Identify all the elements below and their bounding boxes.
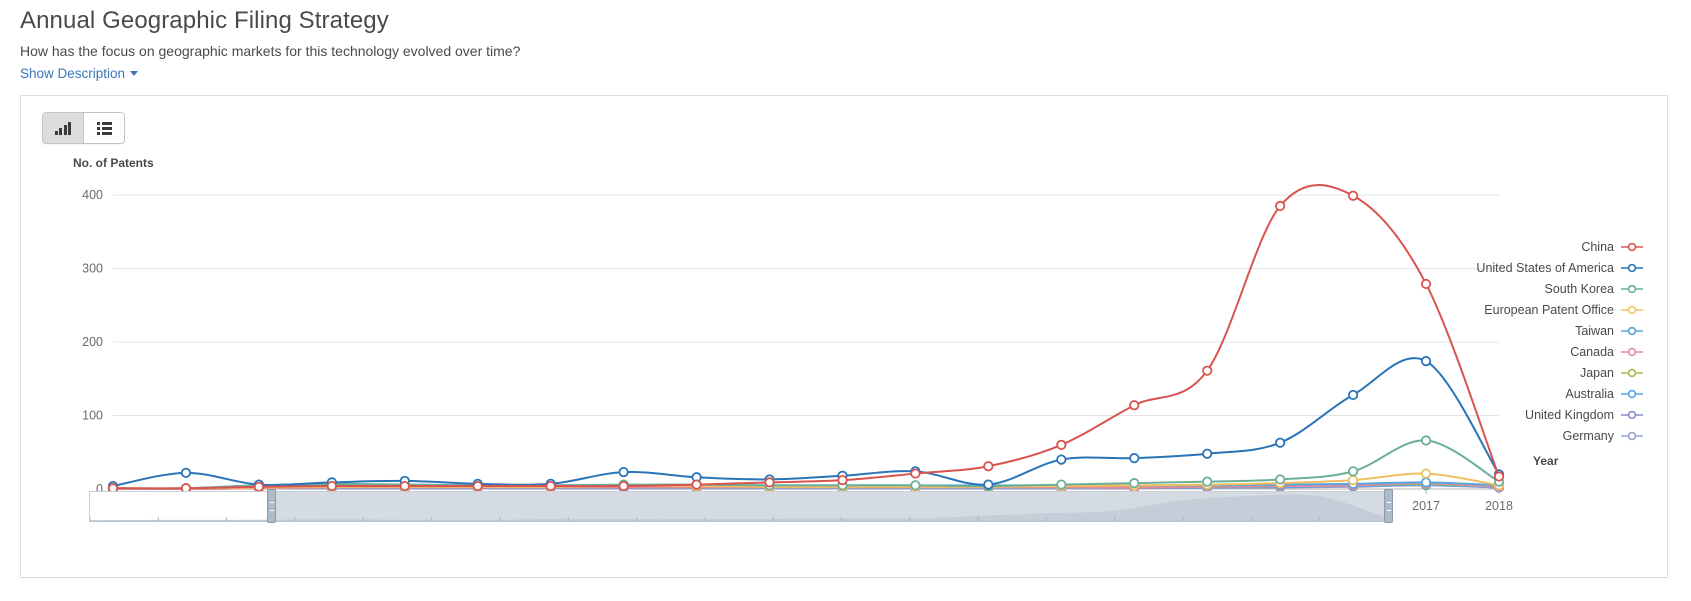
data-point[interactable] [1129,400,1140,411]
y-axis-tick-label: 300 [82,262,103,276]
data-point[interactable] [910,468,921,479]
data-point[interactable] [253,481,264,492]
legend-item[interactable]: Japan [1383,362,1643,383]
legend-swatch-icon [1621,242,1643,251]
legend-item[interactable]: United States of America [1383,257,1643,278]
data-point[interactable] [1129,453,1140,464]
data-point[interactable] [618,466,629,478]
legend-swatch-icon [1621,389,1643,398]
legend-swatch-icon [1621,431,1643,440]
range-slider-preview [90,494,1388,521]
legend-swatch-icon [1621,263,1643,272]
legend-swatch-icon [1621,284,1643,293]
data-point[interactable] [837,475,848,486]
legend-swatch-icon [1621,410,1643,419]
legend-item-label: United Kingdom [1525,407,1614,422]
data-point[interactable] [472,480,483,492]
legend-item-label: Germany [1562,428,1614,443]
y-axis-tick-label: 200 [82,335,103,349]
data-point[interactable] [1348,389,1359,401]
legend-swatch-icon [1621,305,1643,314]
legend-item[interactable]: European Patent Office [1383,299,1643,320]
legend-item[interactable]: Canada [1383,341,1643,362]
series-path[interactable] [112,184,1500,490]
data-point[interactable] [1056,479,1067,490]
data-point[interactable] [1348,475,1359,486]
data-point[interactable] [1202,365,1213,376]
chart-card: No. of Patents Year 01002003004001999200… [20,95,1668,578]
data-point[interactable] [1420,477,1432,488]
data-point[interactable] [691,479,702,490]
data-point[interactable] [983,479,994,490]
data-point[interactable] [1275,200,1286,212]
data-point[interactable] [1348,466,1359,477]
page-header: Annual Geographic Filing Strategy How ha… [20,6,1660,83]
data-point[interactable] [1493,471,1505,482]
legend-item-label: South Korea [1544,281,1615,296]
legend-item-label: European Patent Office [1484,302,1614,317]
data-point[interactable] [1275,437,1286,448]
legend-swatch-icon [1621,326,1643,335]
range-slider[interactable] [89,489,1393,523]
range-slider-right-handle[interactable] [1384,489,1393,523]
legend-item[interactable]: South Korea [1383,278,1643,299]
data-point[interactable] [1202,448,1213,459]
x-axis-tick-label: 2018 [1485,499,1513,513]
data-point[interactable] [764,477,775,488]
data-point[interactable] [399,480,410,492]
legend-item-label: Japan [1579,365,1614,380]
data-point[interactable] [983,461,994,472]
legend-item[interactable]: Germany [1383,425,1643,446]
legend-item-label: Canada [1570,344,1614,359]
y-axis-tick-label: 100 [82,409,103,423]
legend-item-label: Australia [1565,386,1614,401]
series-line[interactable] [107,184,1505,494]
page-subtitle: How has the focus on geographic markets … [20,43,521,59]
range-slider-baseline [89,521,1389,522]
series-path[interactable] [112,357,1500,488]
data-point[interactable] [180,467,192,478]
data-point[interactable] [1056,439,1067,450]
data-point[interactable] [1129,478,1140,489]
page-title: Annual Geographic Filing Strategy [20,7,389,34]
show-description-link[interactable]: Show Description [20,65,139,83]
x-axis-tick-label: 2017 [1412,499,1440,513]
legend-swatch-icon [1621,368,1643,377]
data-point[interactable] [1202,476,1213,487]
data-point[interactable] [910,480,921,491]
data-point[interactable] [1056,454,1067,465]
data-point[interactable] [618,480,629,492]
y-axis-tick-label: 400 [82,188,103,202]
legend-item-label: United States of America [1476,260,1614,275]
legend-swatch-icon [1621,347,1643,356]
legend-item[interactable]: Australia [1383,383,1643,404]
data-point[interactable] [1420,468,1432,479]
legend-item-label: Taiwan [1575,323,1614,338]
data-point[interactable] [545,480,556,492]
chart-legend: China United States of America South Korea… [1383,236,1643,446]
series-line[interactable] [107,356,1505,492]
show-description-label: Show Description [20,66,126,81]
data-point[interactable] [1275,474,1286,485]
data-point[interactable] [1348,190,1359,201]
data-point[interactable] [326,480,337,492]
range-preview-area [90,494,1388,521]
legend-item[interactable]: China [1383,236,1643,257]
legend-item-label: China [1581,239,1614,254]
range-slider-left-handle[interactable] [267,489,276,523]
range-slider-track[interactable] [89,491,1389,522]
chevron-down-icon [130,71,139,76]
page-root: Annual Geographic Filing Strategy How ha… [0,0,1691,601]
legend-item[interactable]: Taiwan [1383,320,1643,341]
legend-item[interactable]: United Kingdom [1383,404,1643,425]
